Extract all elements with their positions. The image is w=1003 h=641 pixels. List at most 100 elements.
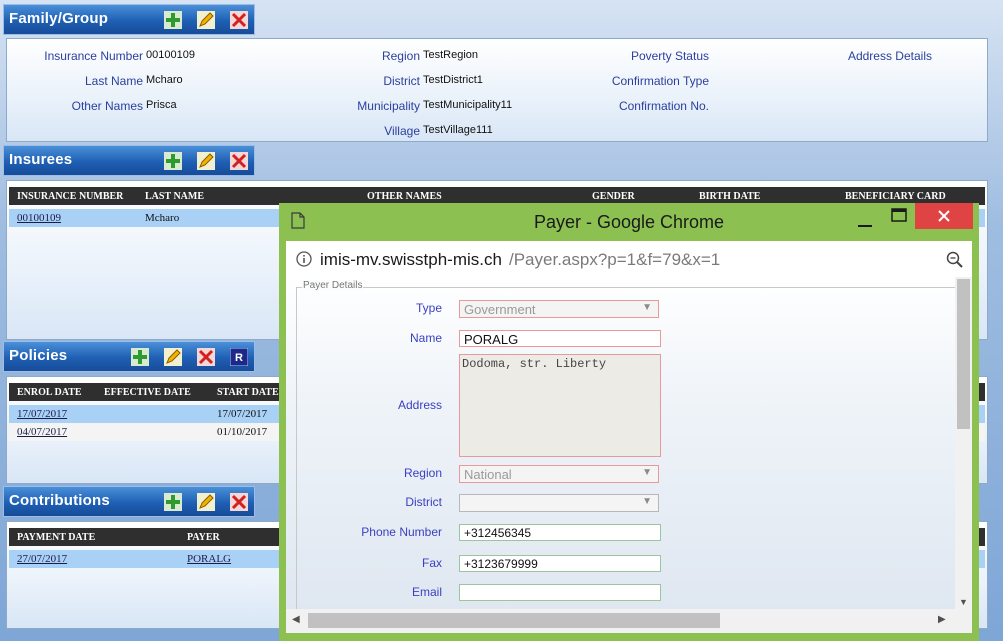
- close-icon: [938, 210, 950, 222]
- svg-text:R: R: [235, 352, 243, 364]
- payer-link[interactable]: PORALG: [187, 553, 231, 565]
- region-label: Region: [381, 49, 420, 63]
- col-gender[interactable]: GENDER: [592, 191, 635, 202]
- insuree-number-link[interactable]: 00100109: [17, 212, 61, 224]
- col-payment-date[interactable]: PAYMENT DATE: [17, 532, 95, 543]
- insurees-header: Insurees: [3, 145, 255, 176]
- region-value: National: [464, 467, 512, 482]
- last-name-value: Mcharo: [146, 74, 183, 86]
- edit-contribution-icon[interactable]: [197, 493, 215, 511]
- other-names-value: Prisca: [146, 99, 177, 111]
- delete-policy-icon[interactable]: [197, 348, 215, 366]
- edit-policy-icon[interactable]: [164, 348, 182, 366]
- payer-popup-window: Payer - Google Chrome imis-mv.swisstph-m…: [279, 203, 979, 641]
- popup-window-title: Payer - Google Chrome: [533, 212, 725, 232]
- name-input[interactable]: PORALG: [459, 330, 661, 347]
- add-family-icon[interactable]: [164, 11, 182, 29]
- chevron-down-icon: ▼: [642, 302, 652, 313]
- delete-contribution-icon[interactable]: [230, 493, 248, 511]
- municipality-value: TestMunicipality11: [423, 99, 513, 111]
- payment-date-link[interactable]: 27/07/2017: [17, 553, 67, 565]
- col-enrol-date[interactable]: ENROL DATE: [17, 387, 82, 398]
- phone-number-label: Phone Number: [361, 525, 442, 539]
- add-contribution-icon[interactable]: [164, 493, 182, 511]
- edit-family-icon[interactable]: [197, 11, 215, 29]
- close-button[interactable]: [915, 203, 973, 229]
- family-title: Family/Group: [9, 10, 109, 27]
- renew-icon[interactable]: R: [230, 348, 248, 366]
- fax-input[interactable]: +3123679999: [459, 555, 661, 572]
- policies-title: Policies: [9, 347, 68, 364]
- email-label: Email: [411, 585, 442, 599]
- scroll-right-icon[interactable]: ▶: [938, 614, 946, 625]
- col-last-name[interactable]: LAST NAME: [145, 191, 204, 202]
- poverty-status-label: Poverty Status: [630, 49, 709, 63]
- horizontal-scrollbar[interactable]: ◀ ▶: [286, 609, 972, 633]
- add-policy-icon[interactable]: [131, 348, 149, 366]
- delete-insuree-icon[interactable]: [230, 152, 248, 170]
- col-birth-date[interactable]: BIRTH DATE: [699, 191, 760, 202]
- url-host[interactable]: imis-mv.swisstph-mis.ch: [320, 250, 502, 270]
- maximize-icon[interactable]: [891, 208, 907, 222]
- minimize-icon[interactable]: [857, 215, 873, 227]
- add-insuree-icon[interactable]: [164, 152, 182, 170]
- zoom-icon[interactable]: [946, 251, 964, 269]
- info-icon[interactable]: [296, 251, 312, 267]
- contributions-title: Contributions: [9, 492, 110, 509]
- type-select[interactable]: Government ▼: [459, 300, 659, 318]
- confirmation-type-label: Confirmation Type: [611, 74, 709, 88]
- district-label: District: [383, 74, 420, 88]
- horizontal-scroll-thumb[interactable]: [308, 613, 720, 628]
- other-names-label: Other Names: [71, 99, 143, 113]
- scroll-down-icon[interactable]: ▼: [959, 597, 968, 607]
- municipality-label: Municipality: [357, 99, 420, 113]
- email-input[interactable]: [459, 584, 661, 601]
- region-value: TestRegion: [423, 49, 479, 61]
- enrol-date-link[interactable]: 04/07/2017: [17, 426, 67, 438]
- district-value: TestDistrict1: [423, 74, 483, 86]
- col-start-date[interactable]: START DATE: [217, 387, 279, 398]
- phone-number-input[interactable]: +312456345: [459, 524, 661, 541]
- policies-header: Policies R: [3, 341, 255, 372]
- edit-insuree-icon[interactable]: [197, 152, 215, 170]
- popup-title-bar[interactable]: Payer - Google Chrome: [279, 203, 979, 239]
- type-label: Type: [415, 301, 442, 315]
- village-label: Village: [384, 124, 420, 138]
- col-insurance-number[interactable]: INSURANCE NUMBER: [17, 191, 123, 202]
- contributions-header: Contributions: [3, 486, 255, 517]
- village-value: TestVillage111: [423, 124, 493, 136]
- insurance-number-label: Insurance Number: [44, 49, 143, 63]
- col-payer[interactable]: PAYER: [187, 532, 220, 543]
- url-path[interactable]: /Payer.aspx?p=1&f=79&x=1: [509, 250, 720, 270]
- col-other-names[interactable]: OTHER NAMES: [367, 191, 442, 202]
- enrol-date-link[interactable]: 17/07/2017: [17, 408, 67, 420]
- insurance-number-value: 00100109: [146, 49, 195, 61]
- col-effective-date[interactable]: EFFECTIVE DATE: [104, 387, 191, 398]
- scroll-left-icon[interactable]: ◀: [292, 614, 300, 625]
- district-label: District: [405, 495, 442, 509]
- col-beneficiary-card[interactable]: BENEFICIARY CARD: [845, 191, 946, 202]
- delete-family-icon[interactable]: [230, 11, 248, 29]
- address-bar[interactable]: imis-mv.swisstph-mis.ch /Payer.aspx?p=1&…: [286, 241, 972, 277]
- insurees-title: Insurees: [9, 151, 73, 168]
- chevron-down-icon: ▼: [642, 467, 652, 478]
- start-date: 01/10/2017: [217, 426, 268, 438]
- vertical-scroll-thumb[interactable]: [957, 279, 970, 429]
- family-details-panel: Insurance Number 00100109 Last Name Mcha…: [6, 38, 988, 142]
- address-details-label: Address Details: [847, 49, 932, 63]
- vertical-scrollbar[interactable]: ▼: [955, 277, 972, 609]
- region-label: Region: [403, 466, 442, 480]
- payer-form-content: Payer Details Type Government ▼ Name PORA…: [286, 277, 972, 609]
- address-textarea[interactable]: Dodoma, str. Liberty: [459, 354, 661, 457]
- type-value: Government: [464, 302, 536, 317]
- family-header: Family/Group: [3, 4, 255, 35]
- last-name-label: Last Name: [84, 74, 143, 88]
- confirmation-no-label: Confirmation No.: [618, 99, 709, 113]
- start-date: 17/07/2017: [217, 408, 268, 420]
- fieldset-legend: Payer Details: [302, 280, 364, 291]
- region-select[interactable]: National ▼: [459, 465, 659, 483]
- district-select[interactable]: ▼: [459, 494, 659, 512]
- name-label: Name: [409, 331, 442, 345]
- address-label: Address: [397, 398, 442, 412]
- insuree-last-name: Mcharo: [145, 212, 180, 224]
